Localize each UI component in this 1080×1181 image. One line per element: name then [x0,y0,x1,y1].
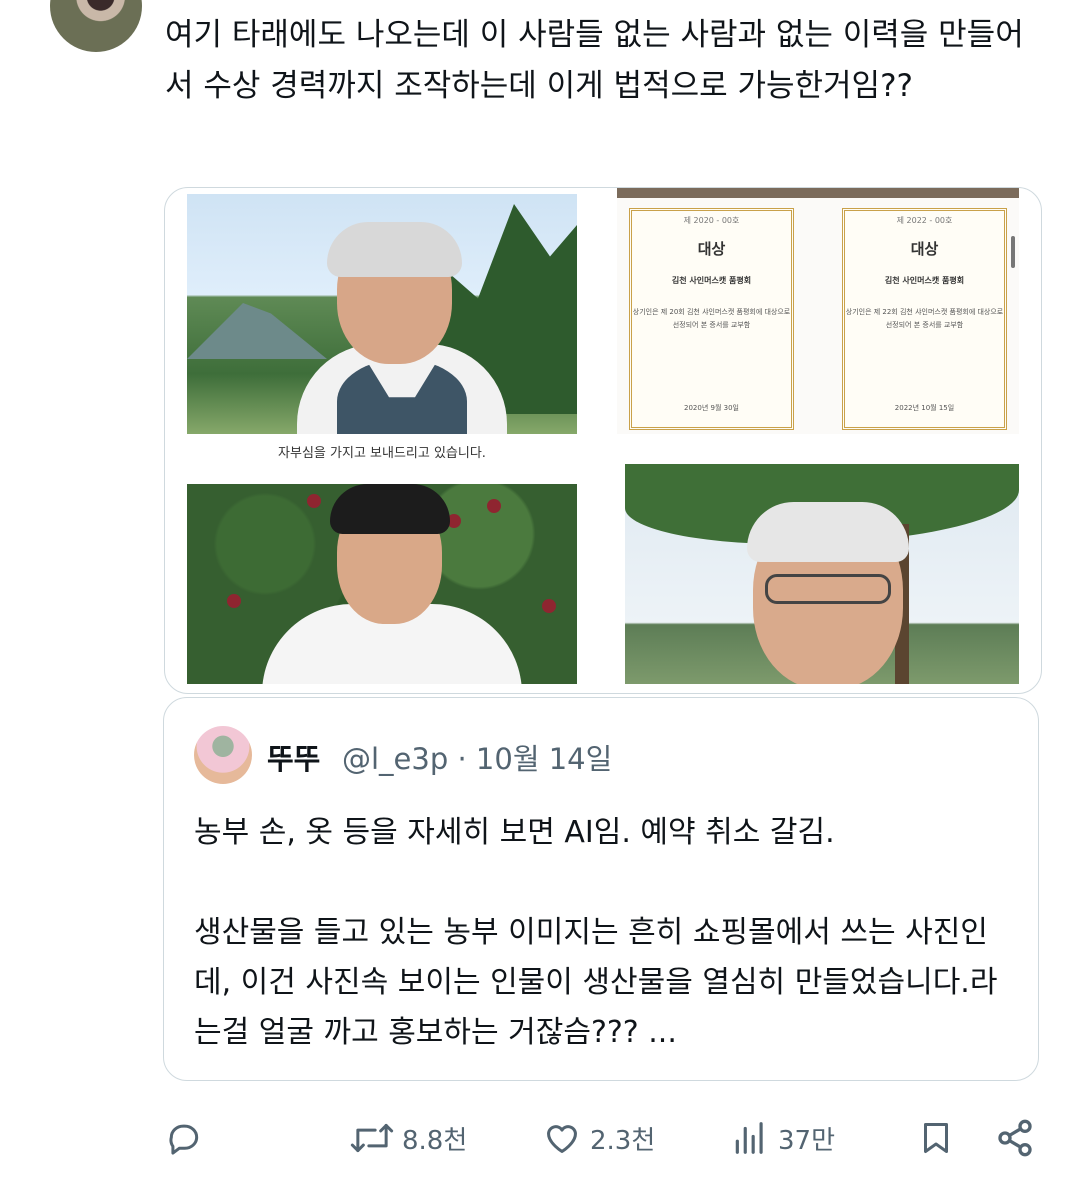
retweet-button[interactable]: 8.8천 [350,1108,467,1168]
reply-icon [165,1119,203,1157]
retweet-count: 8.8천 [402,1125,468,1156]
young-farmer-hair [330,484,450,534]
farmer-photo[interactable] [187,194,577,434]
bookmark-button[interactable] [918,1108,954,1168]
certificates-photo[interactable]: 제 2020 - 00호 대상 김천 사인머스캣 품평회 상기인은 제 20회 … [617,188,1019,434]
bookmark-icon [918,1118,954,1158]
certificate-2: 제 2022 - 00호 대상 김천 사인머스캣 품평회 상기인은 제 22회 … [842,208,1007,430]
share-icon [995,1118,1035,1158]
elder-hair [747,502,909,562]
certificate-1: 제 2020 - 00호 대상 김천 사인머스캣 품평회 상기인은 제 20회 … [629,208,794,430]
views-button[interactable]: 37만 [730,1108,835,1168]
young-farmer-photo[interactable] [187,484,577,684]
retweet-icon [350,1119,394,1157]
berry [542,599,556,613]
author-avatar[interactable] [50,0,142,52]
media-grid[interactable]: 자부심을 가지고 보내드리고 있습니다. 제 2020 - 00호 대상 김천 … [164,187,1042,694]
quoted-display-name: 뚜뚜 [267,742,321,776]
share-button[interactable] [995,1108,1035,1168]
elder-photo[interactable] [625,464,1019,684]
mountain-shape [187,303,327,359]
like-button[interactable]: 2.3천 [542,1108,655,1168]
reply-button[interactable] [165,1108,203,1168]
tweet-text: 여기 타래에도 나오는데 이 사람들 없는 사람과 없는 이력을 만들어서 수상… [165,17,1024,104]
quoted-avatar[interactable] [194,726,252,784]
quoted-paragraph-1: 농부 손, 옷 등을 자세히 보면 AI임. 예약 취소 갈김. [194,815,835,850]
quoted-tweet[interactable]: 뚜뚜 @l_e3p · 10월 14일 농부 손, 옷 등을 자세히 보면 AI… [163,697,1039,1081]
farmer-hair [327,222,462,277]
views-count: 37만 [778,1125,836,1156]
quoted-paragraph-2: 생산물을 들고 있는 농부 이미지는 흔히 쇼핑몰에서 쓰는 사진인데, 이건 … [194,915,998,1050]
action-bar: 8.8천 2.3천 37만 [0,1108,1080,1168]
quoted-handle-date: @l_e3p · 10월 14일 [342,742,613,776]
image-scrollbar[interactable] [1011,236,1015,268]
analytics-icon [730,1119,770,1157]
photo-top-strip [617,188,1019,198]
berry [227,594,241,608]
berry [307,494,321,508]
like-count: 2.3천 [590,1125,656,1156]
photo-caption: 자부심을 가지고 보내드리고 있습니다. [278,446,486,461]
elder-glasses [765,574,891,604]
heart-icon [542,1119,582,1157]
berry [487,499,501,513]
quoted-text: 농부 손, 옷 등을 자세히 보면 AI임. 예약 취소 갈김. 생산물을 들고… [194,808,1024,1108]
